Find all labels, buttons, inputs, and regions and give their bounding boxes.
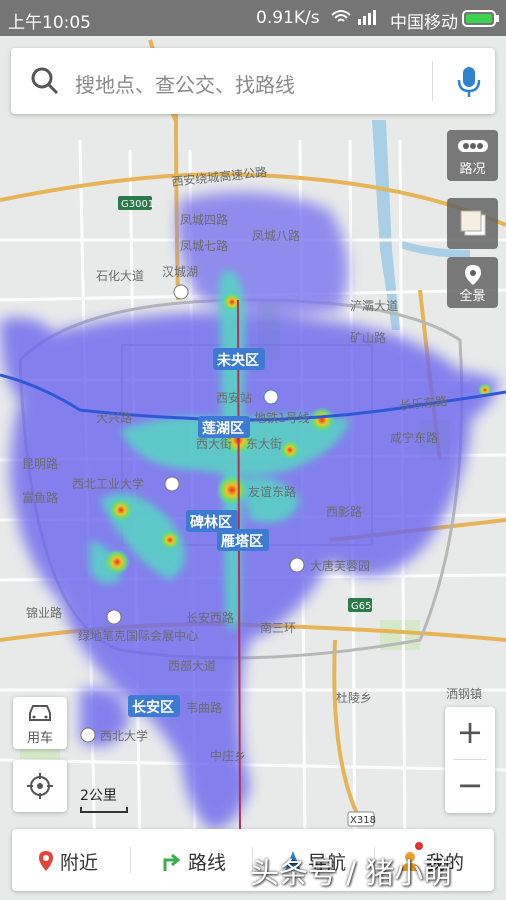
scale-label: 2公里 <box>80 788 117 804</box>
traffic-label: 路况 <box>459 162 486 177</box>
road-label: 锦业路 <box>26 605 62 620</box>
poi-label: 西安站 <box>216 390 252 405</box>
wifi-icon <box>330 7 386 32</box>
nearby-tab[interactable]: 附近 <box>38 848 98 877</box>
layers-icon <box>460 210 486 240</box>
map-scale: 2公里 <box>80 785 128 813</box>
road-label: 富鱼路 <box>22 490 58 505</box>
zoom-control: + − <box>445 707 495 813</box>
poi-icon <box>173 284 189 300</box>
road-label: 洒钢镇 <box>446 687 482 701</box>
status-carrier: 中国移动 <box>390 13 458 33</box>
road-label: 大兴路 <box>96 410 132 425</box>
road-label: 东大街 <box>246 437 282 451</box>
road-label: 西大街 <box>196 437 232 451</box>
road-label: 矿山路 <box>350 330 386 345</box>
pin-icon <box>38 850 54 877</box>
road-label: 南三环 <box>260 620 296 635</box>
highway-shield-g65: G65 <box>351 601 371 612</box>
district-beilin: 碑林区 <box>190 514 232 531</box>
train-station-icon <box>263 389 279 405</box>
road-label: 长安西路 <box>186 610 234 625</box>
status-network-speed: 0.91K/s <box>256 8 320 28</box>
panorama-label: 全景 <box>459 289 486 304</box>
road-label: 凤城八路 <box>252 228 300 243</box>
road-label: 友谊东路 <box>248 484 296 499</box>
zoom-in-button[interactable]: + <box>445 707 495 759</box>
car-service-button[interactable]: 用车 <box>13 697 67 749</box>
nearby-label: 附近 <box>60 852 99 874</box>
microphone-icon[interactable] <box>457 66 481 102</box>
school-icon <box>164 476 180 492</box>
district-weiyang: 未央区 <box>217 352 259 369</box>
battery-icon <box>462 10 500 32</box>
poi-label: 中庄乡 <box>210 748 246 763</box>
poi-label: 西北工业大学 <box>72 476 144 491</box>
road-label: 石化大道 <box>96 269 144 283</box>
car-icon <box>27 703 53 727</box>
notification-dot <box>415 842 423 850</box>
road-label: 浐灞大道 <box>350 299 398 313</box>
road-shield-x318: X318 <box>350 815 376 826</box>
district-lianhu: 莲湖区 <box>202 420 244 437</box>
road-label: 杜陵乡 <box>336 690 372 705</box>
status-time: 上午10:05 <box>8 13 91 33</box>
layers-button[interactable] <box>447 198 498 249</box>
search-bar[interactable]: 搜地点、查公交、找路线 <box>11 48 495 114</box>
poi-label: 大唐芙蓉园 <box>310 558 370 573</box>
locate-icon <box>27 773 53 803</box>
traffic-icon <box>458 138 488 158</box>
district-changan: 长安区 <box>132 699 174 716</box>
highway-shield-g3001: G3001 <box>121 199 154 210</box>
district-yanta: 雁塔区 <box>221 533 263 550</box>
locate-button[interactable] <box>13 760 67 812</box>
route-tab[interactable]: 路线 <box>162 848 226 877</box>
zoom-out-button[interactable]: − <box>445 760 495 812</box>
route-label: 路线 <box>188 852 227 874</box>
panorama-button[interactable]: 全景 <box>447 257 498 308</box>
scale-bar <box>80 807 128 813</box>
status-bar: 上午10:05 0.91K/s 中国移动 <box>0 0 506 36</box>
tab-divider <box>130 847 131 873</box>
road-label: 地铁1号线 <box>254 411 310 425</box>
watermark: 头条号 / 猪小萌 <box>250 856 453 890</box>
road-label: 昆明路 <box>22 456 58 471</box>
road-label: 凤城七路 <box>180 238 228 253</box>
poi-label: 汉城湖 <box>162 264 198 279</box>
map-canvas[interactable]: 未央区 莲湖区 碑林区 雁塔区 长安区 西安绕城高速公路 凤城四路 凤城七路 凤… <box>0 0 506 900</box>
poi-icon <box>106 609 122 625</box>
road-label: 韦曲路 <box>186 700 222 715</box>
road-label: 咸宁东路 <box>390 430 438 445</box>
search-icon <box>31 67 59 99</box>
poi-icon <box>80 727 96 743</box>
traffic-button[interactable]: 路况 <box>447 130 498 181</box>
search-divider <box>432 61 433 101</box>
road-label: 凤城四路 <box>180 212 228 227</box>
poi-icon <box>289 557 305 573</box>
car-service-label: 用车 <box>26 731 53 746</box>
road-label: 西部大道 <box>168 658 216 673</box>
road-label: 西影路 <box>326 504 362 519</box>
route-arrow-icon <box>162 850 182 877</box>
poi-label: 绿地笔克国际会展中心 <box>78 628 198 643</box>
search-input[interactable]: 搜地点、查公交、找路线 <box>75 69 295 98</box>
poi-label: 西北大学 <box>100 728 148 743</box>
